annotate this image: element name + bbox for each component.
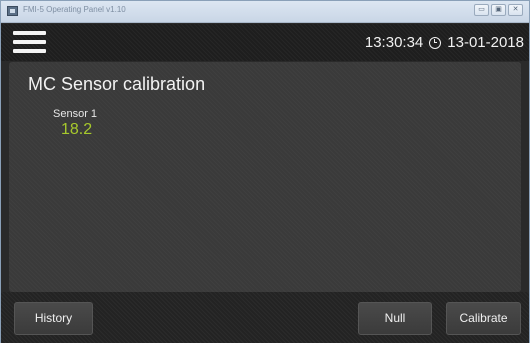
- time-text: 13:30:34: [364, 34, 424, 51]
- sensor-label: Sensor 1: [53, 108, 98, 120]
- app-icon: [7, 6, 18, 16]
- minimize-button[interactable]: ▭: [474, 4, 489, 16]
- menu-bar: [13, 40, 46, 44]
- page-title: MC Sensor calibration: [28, 74, 206, 94]
- window-controls: ▭ ▣ ✕: [474, 4, 523, 16]
- menu-bar: [13, 31, 46, 35]
- window-title: FMI-5 Operating Panel v1.10: [23, 5, 126, 14]
- footer-bar: History Null Calibrate: [1, 292, 529, 343]
- sensor-value: 18.2: [61, 121, 93, 138]
- close-button[interactable]: ✕: [508, 4, 523, 16]
- app-header: 13:30:34 13-01-2018: [1, 24, 529, 61]
- maximize-button[interactable]: ▣: [491, 4, 506, 16]
- clock-icon: [429, 36, 442, 49]
- menu-bar: [13, 49, 46, 53]
- calibration-panel: MC Sensor calibration Sensor 1 18.2: [9, 62, 521, 292]
- calibrate-button[interactable]: Calibrate: [446, 302, 521, 335]
- history-button[interactable]: History: [14, 302, 93, 335]
- datetime-display: 13:30:34 13-01-2018: [365, 34, 524, 51]
- app-window: FMI-5 Operating Panel v1.10 ▭ ▣ ✕ 13:30:…: [0, 0, 530, 343]
- date-text: 13-01-2018: [447, 34, 524, 51]
- null-button[interactable]: Null: [358, 302, 432, 335]
- window-titlebar[interactable]: FMI-5 Operating Panel v1.10 ▭ ▣ ✕: [1, 1, 529, 23]
- hamburger-menu-icon[interactable]: [13, 29, 46, 55]
